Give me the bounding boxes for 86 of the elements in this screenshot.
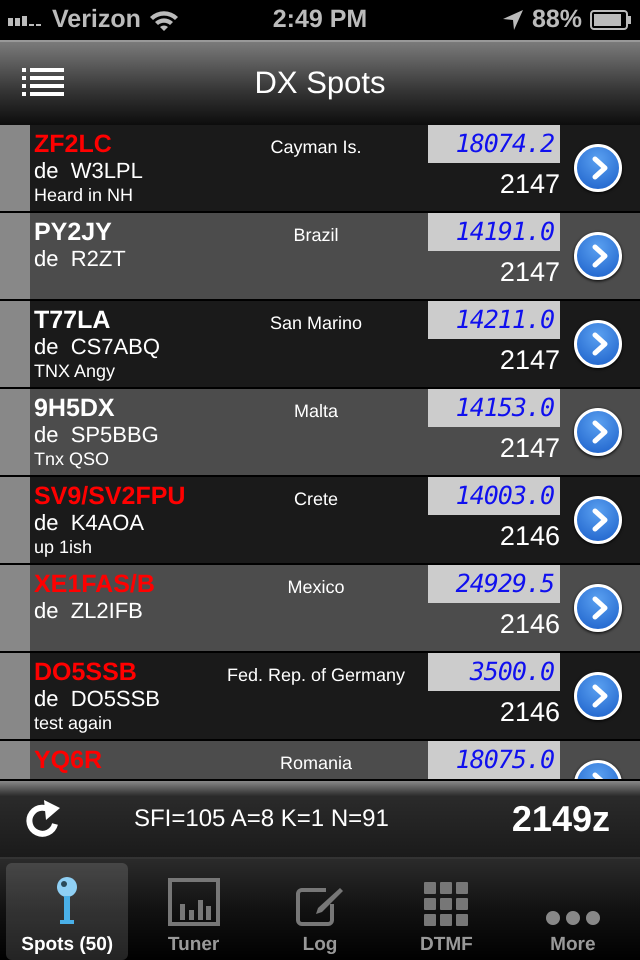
detail-button[interactable] <box>574 320 622 368</box>
country-name: Romania <box>278 752 354 774</box>
spot-comment: Heard in NH <box>34 184 134 208</box>
solar-conditions: SFI=105 A=8 K=1 N=91 <box>133 804 390 833</box>
frequency-display: 18075.0 <box>428 741 560 780</box>
callsign: T77LA <box>34 305 112 336</box>
frequency-display: 18074.2 <box>428 125 560 164</box>
spotter-callsign: de CS7ABQ <box>34 335 161 360</box>
spot-time: 2146 <box>500 520 560 552</box>
spot-time: 2147 <box>500 168 560 200</box>
spot-comment: test again <box>34 712 114 736</box>
country-name: Brazil <box>292 224 340 246</box>
country-name: San Marino <box>268 312 364 334</box>
spot-row[interactable]: XE1FAS/B de ZL2IFB Mexico 24929.5 2146 <box>0 565 640 654</box>
chevron-icon <box>590 156 610 180</box>
tab[interactable]: Spots (50) <box>6 862 128 960</box>
spot-time: 2146 <box>500 608 560 640</box>
clock: 2:49 PM <box>272 5 368 34</box>
location-arrow-icon <box>502 8 524 31</box>
spot-row[interactable]: T77LA de CS7ABQ TNX Angy San Marino 14211.0 2147 <box>0 301 640 390</box>
callsign: ZF2LC <box>34 129 113 160</box>
utc-time: 2149z <box>512 798 610 840</box>
tab[interactable]: DTMF <box>385 862 508 960</box>
battery-percent: 88% <box>532 5 582 34</box>
frequency-display: 14153.0 <box>428 389 560 428</box>
callsign: XE1FAS/B <box>34 569 156 600</box>
detail-button[interactable] <box>574 496 622 544</box>
detail-button[interactable] <box>574 408 622 456</box>
callsign: 9H5DX <box>34 393 116 424</box>
chevron-icon <box>590 684 610 708</box>
chevron-icon <box>590 596 610 620</box>
spot-time: 2147 <box>500 344 560 376</box>
keypad-icon <box>424 882 468 926</box>
country-name: Cayman Is. <box>269 136 363 158</box>
screen-title: DX Spots <box>254 65 386 102</box>
spot-row[interactable]: SV9/SV2FPU de K4AOA up 1ish Crete 14003.0 2146 <box>0 477 640 566</box>
spot-comment: Tnx QSO <box>34 448 110 472</box>
callsign: YQ6R <box>34 745 104 776</box>
country-name: Crete <box>292 488 339 510</box>
spotter-callsign: de W3LPL <box>34 159 144 184</box>
spot-row[interactable]: 9H5DX de SP5BBG Tnx QSO Malta 14153.0 2147 <box>0 389 640 478</box>
country-name: Malta <box>292 400 339 422</box>
chevron-icon <box>590 508 610 532</box>
frequency-display: 14191.0 <box>428 213 560 252</box>
edit-icon <box>296 886 344 926</box>
chevron-icon <box>590 244 610 268</box>
spot-comment: TNX Angy <box>34 360 116 384</box>
callsign: DO5SSB <box>34 657 138 688</box>
spot-row[interactable]: YQ6R Romania 18075.0 <box>0 741 640 780</box>
spotter-callsign: de ZL2IFB <box>34 599 144 624</box>
frequency-display: 14211.0 <box>428 301 560 340</box>
spot-row[interactable]: DO5SSB de DO5SSB test again Fed. Rep. of Germany 3500.0 2146 <box>0 653 640 742</box>
tab[interactable]: Log <box>258 862 382 960</box>
country-name: Fed. Rep. of Germany <box>226 664 406 686</box>
callsign: PY2JY <box>34 217 113 248</box>
spot-comment: up 1ish <box>34 536 94 560</box>
detail-button[interactable] <box>574 232 622 280</box>
chevron-icon <box>590 420 610 444</box>
spotter-callsign: de DO5SSB <box>34 687 161 712</box>
spotter-callsign: de SP5BBG <box>34 423 160 448</box>
chevron-icon <box>590 332 610 356</box>
frequency-display: 24929.5 <box>428 565 560 604</box>
battery-icon <box>590 10 632 30</box>
spot-time: 2147 <box>500 432 560 464</box>
frequency-display: 14003.0 <box>428 477 560 516</box>
more-icon <box>544 910 601 926</box>
carrier-name: Verizon <box>52 5 141 34</box>
detail-button[interactable] <box>574 672 622 720</box>
list-icon <box>22 68 64 98</box>
spot-time: 2146 <box>500 696 560 728</box>
detail-button[interactable] <box>574 144 622 192</box>
spot-time: 2147 <box>500 256 560 288</box>
tab[interactable]: More <box>512 862 634 960</box>
wifi-icon <box>148 8 179 31</box>
frequency-display: 3500.0 <box>428 653 560 692</box>
callsign: SV9/SV2FPU <box>34 481 186 512</box>
detail-button[interactable] <box>574 584 622 632</box>
spot-row[interactable]: ZF2LC de W3LPL Heard in NH Cayman Is. 18074.2 2147 <box>0 125 640 214</box>
country-name: Mexico <box>286 576 346 598</box>
tab[interactable]: Tuner <box>132 862 255 960</box>
signal-icon <box>8 14 44 26</box>
pin-icon <box>56 876 78 926</box>
spot-row[interactable]: PY2JY de R2ZT Brazil 14191.0 2147 <box>0 213 640 302</box>
spotter-callsign: de K4AOA <box>34 511 146 536</box>
bar-chart-icon <box>168 878 220 926</box>
spotter-callsign: de R2ZT <box>34 247 127 272</box>
